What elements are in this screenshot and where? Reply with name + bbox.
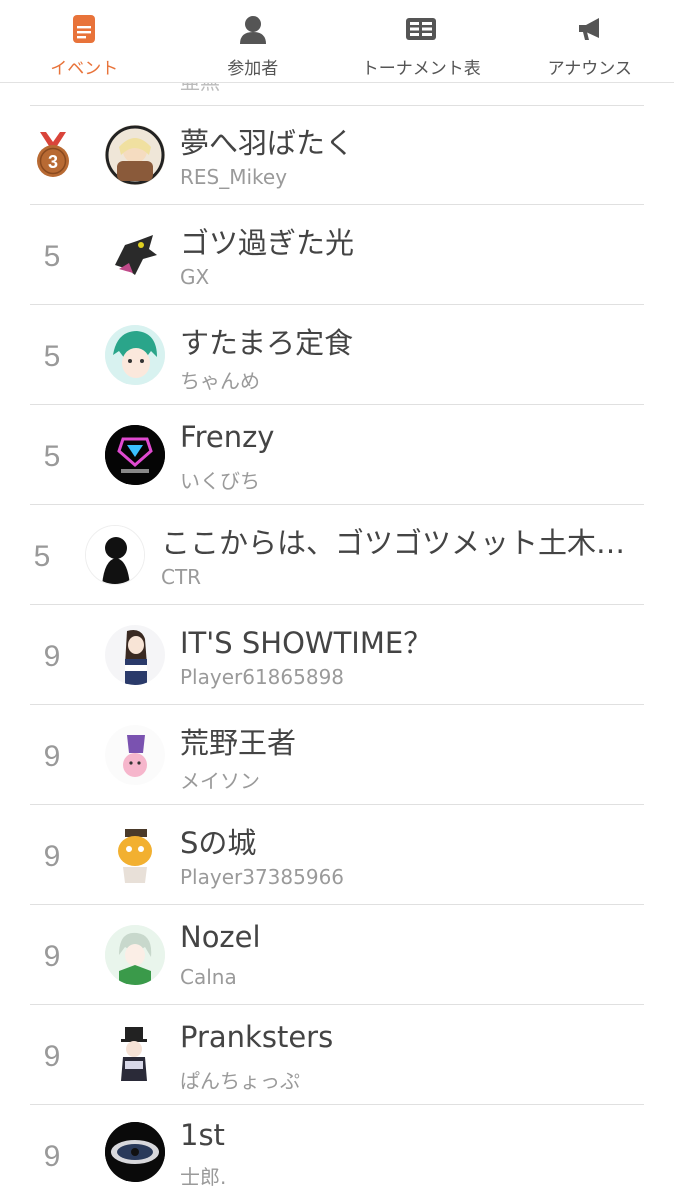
team-name: ここからは、ゴツゴツメット土木… xyxy=(161,526,626,560)
team-name: Sの城 xyxy=(180,826,257,860)
avatar xyxy=(105,425,165,485)
rank: 5 xyxy=(33,540,51,573)
player-name: CTR xyxy=(161,565,202,589)
person-icon xyxy=(236,12,270,46)
bronze-medal-icon: 3 xyxy=(37,132,69,177)
rank: 9 xyxy=(43,740,61,773)
avatar xyxy=(105,725,165,785)
player-name: Player37385966 xyxy=(180,865,345,889)
avatar xyxy=(105,225,165,285)
tab-event[interactable]: イベント xyxy=(0,0,169,83)
list-item[interactable]: 9 Pranksters ぱんちょっぷ xyxy=(30,1006,644,1105)
team-name: Frenzy xyxy=(180,420,275,454)
player-name: いくびち xyxy=(180,469,260,493)
megaphone-icon xyxy=(573,12,607,46)
list-item[interactable]: 9 Nozel Calna xyxy=(30,906,644,1005)
event-icon xyxy=(67,12,101,46)
team-name: すたまろ定食 xyxy=(180,326,354,360)
team-name: IT'S SHOWTIME？ xyxy=(180,626,433,660)
tab-bracket[interactable]: トーナメント表 xyxy=(337,0,506,83)
player-name: Calna xyxy=(180,965,237,989)
team-name: 夢へ羽ばたく xyxy=(180,126,355,160)
player-name: メイソン xyxy=(180,769,260,793)
list-item[interactable]: 9 荒野王者 メイソン xyxy=(30,706,644,805)
bracket-icon xyxy=(404,12,438,46)
player-name: ちゃんめ xyxy=(180,369,260,393)
tab-label: 参加者 xyxy=(227,59,279,79)
standings-list: 亜無 3 夢へ羽ばたく RES_Mikey 5 ゴツ過ぎた光 GX 5 すたまろ… xyxy=(0,0,674,1200)
player-name: RES_Mikey xyxy=(180,165,288,189)
tab-participants[interactable]: 参加者 xyxy=(169,0,338,83)
player-name: GX xyxy=(180,265,210,289)
tab-announce[interactable]: アナウンス xyxy=(506,0,674,83)
player-name: ぱんちょっぷ xyxy=(180,1069,300,1093)
avatar xyxy=(105,1122,165,1182)
list-item[interactable]: 5 Frenzy いくびち xyxy=(30,406,644,505)
rank: 5 xyxy=(43,240,61,273)
team-name: Nozel xyxy=(180,920,261,954)
list-item[interactable]: 3 夢へ羽ばたく RES_Mikey xyxy=(30,106,644,205)
rank: 9 xyxy=(43,640,61,673)
avatar xyxy=(105,825,165,885)
tab-bar: イベント 参加者 トーナメント表 アナウンス xyxy=(0,0,674,83)
avatar xyxy=(85,525,145,585)
rank: 9 xyxy=(43,940,61,973)
rank: 9 xyxy=(43,1040,61,1073)
avatar xyxy=(105,125,165,185)
avatar xyxy=(105,925,165,985)
rank: 5 xyxy=(43,440,61,473)
team-name: ゴツ過ぎた光 xyxy=(180,226,355,260)
rank: 9 xyxy=(43,840,61,873)
tab-label: イベント xyxy=(50,59,119,79)
avatar xyxy=(105,325,165,385)
rank: 9 xyxy=(43,1140,61,1173)
rank: 5 xyxy=(43,340,61,373)
avatar xyxy=(105,625,165,685)
tab-label: アナウンス xyxy=(547,59,632,79)
list-item[interactable]: 9 1st 士郎. xyxy=(30,1106,644,1200)
svg-text:3: 3 xyxy=(48,152,58,172)
team-name: 1st xyxy=(180,1118,225,1152)
tab-label: トーナメント表 xyxy=(361,59,481,79)
list-item[interactable]: 9 IT'S SHOWTIME？ Player61865898 xyxy=(30,606,644,705)
team-name: Pranksters xyxy=(180,1020,334,1054)
list-item[interactable]: 9 Sの城 Player37385966 xyxy=(30,806,644,905)
player-name: Player61865898 xyxy=(180,665,345,689)
avatar xyxy=(105,1025,165,1085)
team-name: 荒野王者 xyxy=(180,726,297,760)
list-item[interactable]: 5 ここからは、ゴツゴツメット土木… CTR xyxy=(30,506,644,605)
list-item[interactable]: 5 ゴツ過ぎた光 GX xyxy=(30,206,644,305)
list-item[interactable]: 5 すたまろ定食 ちゃんめ xyxy=(30,306,644,405)
player-name: 士郎. xyxy=(180,1165,227,1189)
